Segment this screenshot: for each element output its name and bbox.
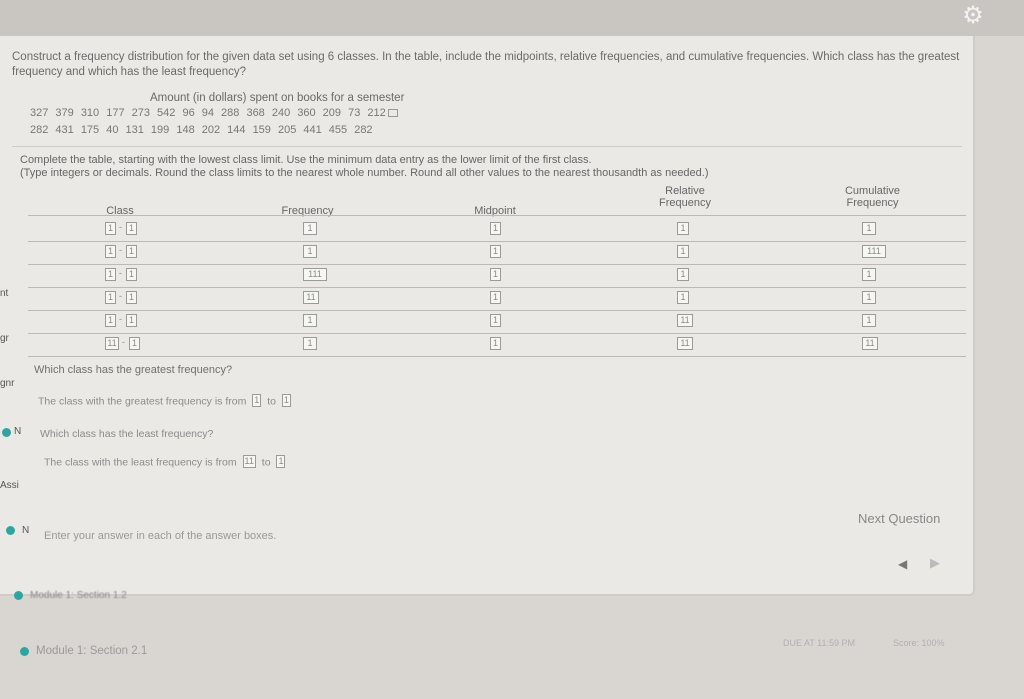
cumulative-input[interactable]: 1	[862, 314, 876, 327]
header-cumulative-frequency: Cumulative Frequency	[844, 185, 901, 209]
class-dash: -	[119, 245, 122, 255]
instruction-line-1: Complete the table, starting with the lo…	[20, 154, 592, 166]
frequency-input[interactable]: 1	[303, 245, 317, 258]
divider	[12, 146, 962, 147]
data-row-2: 282 431 175 40 131 199 148 202 144 159 2…	[30, 124, 373, 136]
side-fragment: N	[22, 525, 30, 536]
midpoint-input[interactable]: 1	[490, 245, 501, 258]
class-lower-input[interactable]: 1	[105, 291, 116, 304]
table-row-line	[28, 241, 966, 242]
midpoint-input[interactable]: 1	[490, 268, 501, 281]
next-question-button[interactable]: Next Question	[858, 511, 940, 526]
greatest-answer: The class with the greatest frequency is…	[38, 394, 291, 408]
relative-input[interactable]: 1	[677, 222, 689, 235]
class-upper-input[interactable]: 1	[126, 222, 137, 235]
class-upper-input[interactable]: 1	[129, 337, 140, 350]
class-upper-input[interactable]: 1	[126, 291, 137, 304]
side-fragment: gr	[0, 333, 9, 344]
class-dash: -	[119, 314, 122, 324]
frequency-input[interactable]: 11	[303, 291, 319, 304]
midpoint-input[interactable]: 1	[490, 337, 501, 350]
side-fragment: Assi	[0, 480, 19, 491]
status-dot-icon	[14, 591, 23, 600]
instruction-line-2: (Type integers or decimals. Round the cl…	[20, 167, 709, 179]
cumulative-input[interactable]: 1	[862, 268, 876, 281]
least-upper-input[interactable]: 1	[276, 455, 286, 468]
data-title: Amount (in dollars) spent on books for a…	[150, 92, 405, 104]
least-question: Which class has the least frequency?	[40, 428, 214, 440]
frequency-input[interactable]: 111	[303, 268, 327, 281]
question-panel	[0, 36, 975, 596]
frequency-input[interactable]: 1	[303, 314, 317, 327]
class-dash: -	[119, 222, 122, 232]
gear-icon[interactable]: ⚙	[958, 3, 988, 29]
midpoint-input[interactable]: 1	[490, 222, 501, 235]
class-lower-input[interactable]: 1	[105, 268, 116, 281]
class-lower-input[interactable]: 11	[105, 337, 119, 350]
status-dot-icon	[6, 526, 15, 535]
expand-data-icon[interactable]	[387, 109, 398, 118]
module-link-blurred[interactable]: Module 1: Section 1.2	[30, 590, 127, 601]
least-lower-input[interactable]: 11	[242, 455, 256, 468]
relative-input[interactable]: 11	[677, 337, 693, 350]
prev-arrow-icon[interactable]: ◀	[898, 557, 907, 571]
side-fragment: N	[14, 426, 22, 437]
relative-input[interactable]: 1	[677, 268, 689, 281]
side-fragment: nt	[0, 288, 9, 299]
status-dot-icon	[2, 428, 11, 437]
question-text: Construct a frequency distribution for t…	[12, 51, 960, 78]
least-answer: The class with the least frequency is fr…	[44, 455, 286, 469]
midpoint-input[interactable]: 1	[490, 314, 501, 327]
table-row-line	[28, 310, 966, 311]
answer-hint: Enter your answer in each of the answer …	[44, 530, 277, 542]
module-link[interactable]: Module 1: Section 2.1	[36, 645, 147, 657]
class-upper-input[interactable]: 1	[126, 314, 137, 327]
next-arrow-icon[interactable]: ▶	[930, 555, 940, 571]
cumulative-input[interactable]: 111	[862, 245, 886, 258]
table-row-line	[28, 264, 966, 265]
top-bar: ⚙	[0, 0, 1024, 36]
greatest-lower-input[interactable]: 1	[252, 394, 262, 407]
class-lower-input[interactable]: 1	[105, 314, 116, 327]
table-row-line	[28, 287, 966, 288]
frequency-input[interactable]: 1	[303, 337, 317, 350]
status-dot-icon	[20, 647, 29, 656]
table-header-line	[28, 215, 966, 216]
class-upper-input[interactable]: 1	[126, 245, 137, 258]
relative-input[interactable]: 1	[677, 245, 689, 258]
class-lower-input[interactable]: 1	[105, 222, 116, 235]
class-dash: -	[119, 291, 122, 301]
class-dash: -	[122, 337, 125, 347]
class-dash: -	[119, 268, 122, 278]
midpoint-input[interactable]: 1	[490, 291, 501, 304]
due-label: DUE AT 11:59 PM	[783, 638, 856, 648]
cumulative-input[interactable]: 1	[862, 291, 876, 304]
side-fragment: gnr	[0, 378, 15, 389]
relative-input[interactable]: 1	[677, 291, 689, 304]
data-row-1: 327 379 310 177 273 542 96 94 288 368 24…	[30, 107, 398, 119]
frequency-input[interactable]: 1	[303, 222, 317, 235]
class-lower-input[interactable]: 1	[105, 245, 116, 258]
score-label: Score: 100%	[893, 638, 945, 648]
relative-input[interactable]: 11	[677, 314, 693, 327]
instructions: Complete the table, starting with the lo…	[20, 154, 880, 180]
cumulative-input[interactable]: 11	[862, 337, 878, 350]
cumulative-input[interactable]: 1	[862, 222, 876, 235]
class-upper-input[interactable]: 1	[126, 268, 137, 281]
table-row-line	[28, 356, 966, 357]
table-row-line	[28, 333, 966, 334]
greatest-question: Which class has the greatest frequency?	[34, 364, 233, 376]
greatest-upper-input[interactable]: 1	[281, 394, 291, 407]
header-relative-frequency: Relative Frequency	[659, 185, 711, 209]
